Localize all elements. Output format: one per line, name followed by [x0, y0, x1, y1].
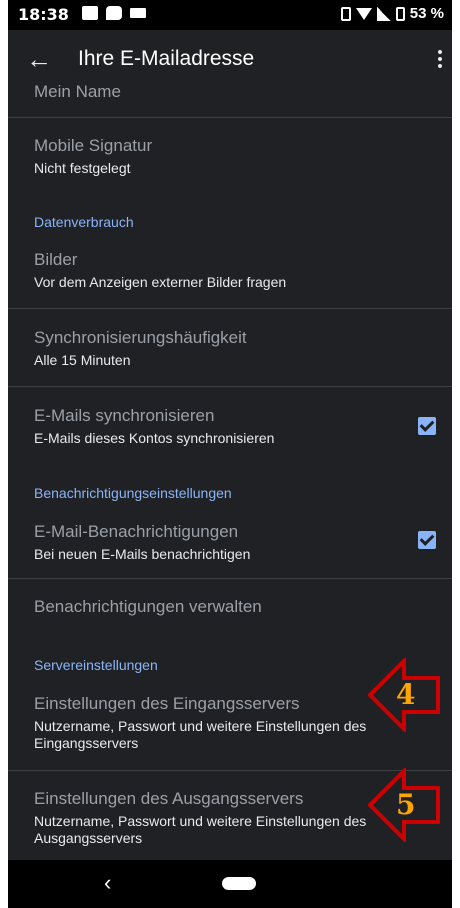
setting-manage-notifications[interactable]: Benachrichtigungen verwalten [34, 597, 434, 617]
setting-mobile-signatur[interactable]: Mobile Signatur Nicht festgelegt [34, 136, 434, 177]
status-bar: 18:38 53 % [8, 0, 452, 30]
setting-email-notifications[interactable]: E-Mail-Benachrichtigungen Bei neuen E-Ma… [34, 522, 434, 563]
setting-subtitle: Nutzername, Passwort und weitere Einstel… [34, 813, 367, 846]
battery-icon [395, 6, 405, 21]
divider [8, 308, 452, 309]
signal-icon [376, 6, 391, 21]
navigation-bar: ‹ [8, 860, 452, 908]
back-arrow-icon[interactable]: ← [26, 44, 52, 74]
divider [8, 386, 452, 387]
chat-icon [106, 6, 122, 20]
setting-subtitle: Vor dem Anzeigen externer Bilder fragen [34, 274, 287, 290]
phone-screen: 18:38 53 % ← Ihre E-Mailadresse Mein Nam… [8, 0, 452, 908]
page-title: Ihre E-Mailadresse [78, 47, 255, 70]
battery-percent: 53 % [409, 5, 444, 22]
setting-title: Einstellungen des Eingangsservers [34, 694, 300, 713]
setting-title: E-Mail-Benachrichtigungen [34, 522, 239, 541]
email-notifications-checkbox[interactable] [418, 531, 436, 549]
section-benachrichtigungen: Benachrichtigungseinstellungen [34, 485, 232, 501]
section-servereinstellungen: Servereinstellungen [34, 657, 158, 673]
setting-title: Mein Name [34, 82, 121, 101]
setting-emails-sync[interactable]: E-Mails synchronisieren E-Mails dieses K… [34, 406, 434, 447]
divider [8, 117, 452, 118]
annotation-arrow-5: 5 [367, 766, 442, 844]
setting-title: Synchronisierungshäufigkeit [34, 328, 247, 347]
setting-title: Bilder [34, 250, 78, 269]
status-time: 18:38 [18, 5, 69, 24]
annotation-number: 5 [396, 788, 416, 821]
annotation-number: 4 [396, 678, 416, 711]
nav-back-icon[interactable]: ‹ [104, 870, 111, 896]
setting-incoming-server[interactable]: Einstellungen des Eingangsservers Nutzer… [34, 694, 394, 752]
gallery-icon [82, 6, 98, 20]
setting-subtitle: Bei neuen E-Mails benachrichtigen [34, 546, 251, 562]
setting-sync-frequency[interactable]: Synchronisierungshäufigkeit Alle 15 Minu… [34, 328, 434, 369]
emails-sync-checkbox[interactable] [418, 417, 436, 435]
setting-mein-name[interactable]: Mein Name [34, 82, 434, 102]
divider [8, 578, 452, 579]
setting-subtitle: Alle 15 Minuten [34, 352, 131, 368]
annotation-arrow-4: 4 [367, 656, 442, 734]
system-icons: 53 % [340, 5, 444, 22]
section-datenverbrauch: Datenverbrauch [34, 214, 134, 230]
wifi-icon [355, 7, 372, 20]
setting-subtitle: E-Mails dieses Kontos synchronisieren [34, 430, 275, 446]
vibrate-icon [340, 6, 351, 21]
setting-title: E-Mails synchronisieren [34, 406, 215, 425]
setting-title: Mobile Signatur [34, 136, 153, 155]
home-pill[interactable] [222, 877, 256, 890]
setting-outgoing-server[interactable]: Einstellungen des Ausgangsservers Nutzer… [34, 789, 394, 847]
setting-subtitle: Nicht festgelegt [34, 160, 131, 176]
laptop-icon [130, 8, 146, 18]
setting-bilder[interactable]: Bilder Vor dem Anzeigen externer Bilder … [34, 250, 434, 291]
setting-title: Einstellungen des Ausgangsservers [34, 789, 304, 808]
app-bar: ← Ihre E-Mailadresse [8, 30, 452, 90]
setting-subtitle: Nutzername, Passwort und weitere Einstel… [34, 718, 367, 751]
notification-icons [82, 6, 146, 20]
more-options-icon[interactable] [438, 50, 442, 68]
setting-title: Benachrichtigungen verwalten [34, 597, 262, 616]
